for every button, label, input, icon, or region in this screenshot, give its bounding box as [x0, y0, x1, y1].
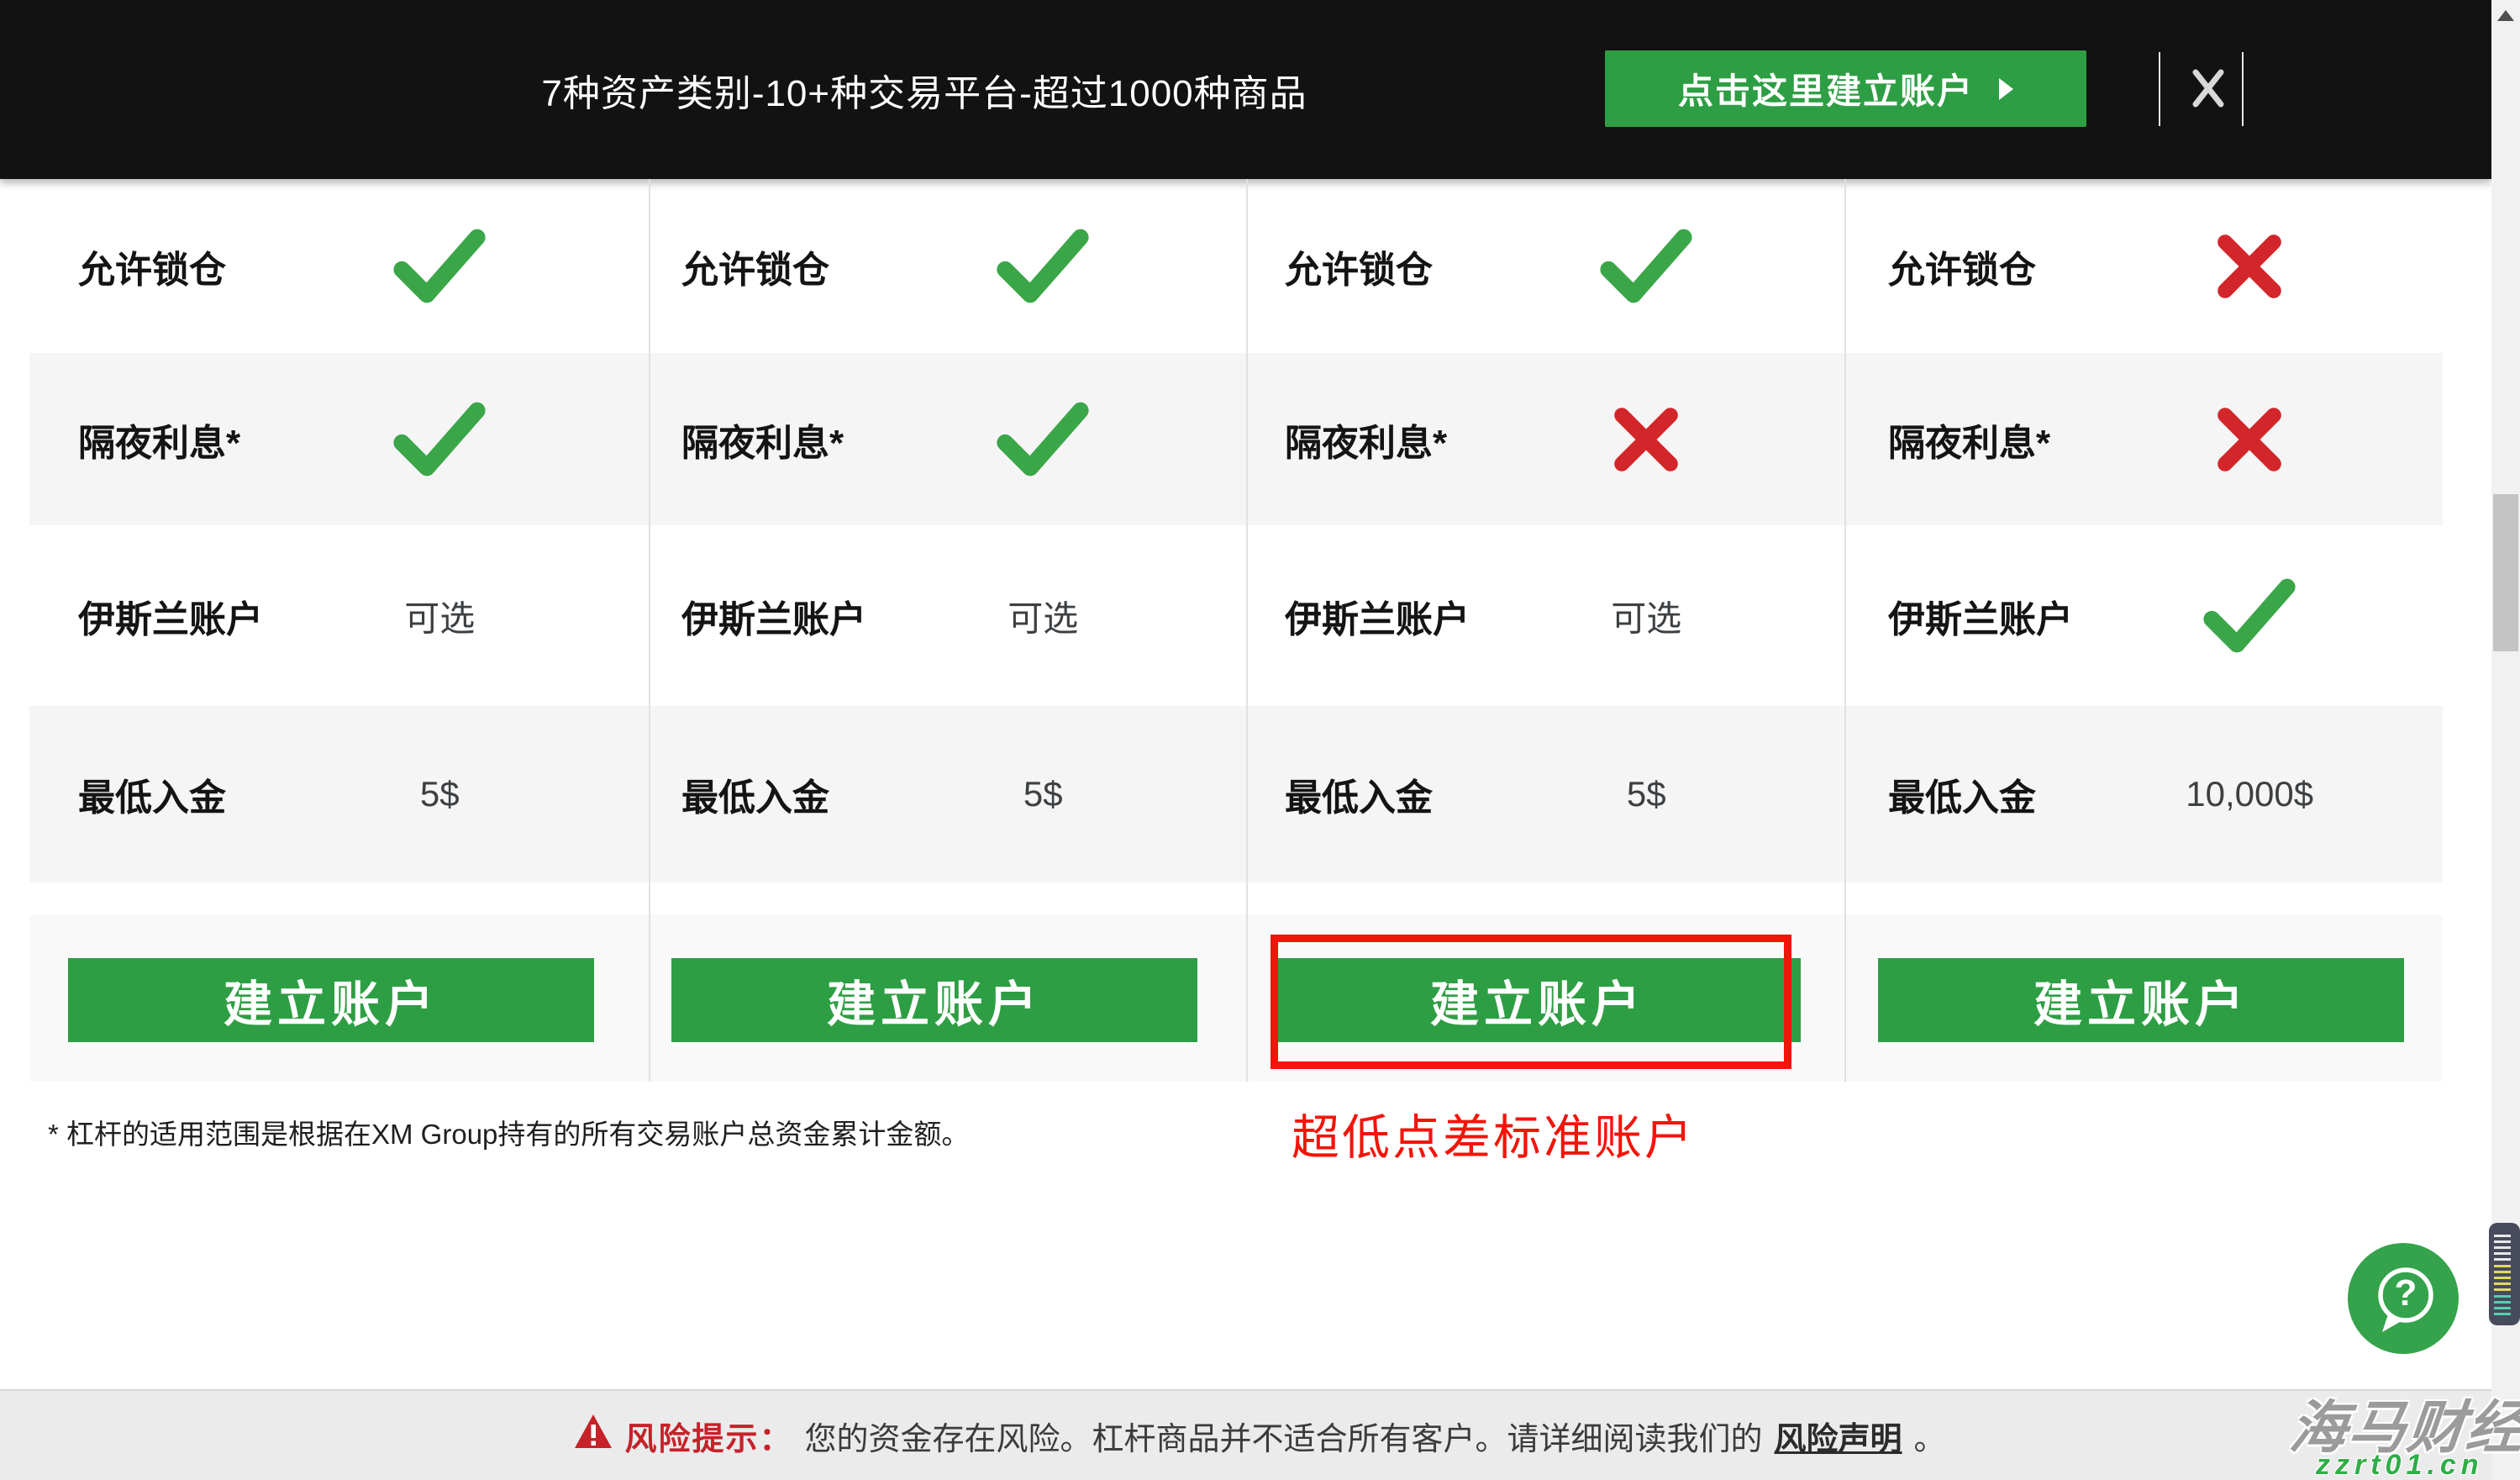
- table-row: 最低入金 5$ 最低入金 5$ 最低入金 5$ 最低入金 10,000$: [29, 706, 2443, 882]
- row-label: 最低入金: [1888, 767, 2036, 821]
- risk-text: 您的资金存在风险。杠杆商品并不适合所有客户。请详细阅读我们的: [804, 1413, 1762, 1459]
- promo-text: 7种资产类别-10+种交易平台-超过1000种商品: [504, 0, 1344, 179]
- row-label: 隔夜利息*: [78, 413, 240, 466]
- row-label: 最低入金: [78, 767, 226, 821]
- table-cell: 伊斯兰账户 可选: [633, 525, 1236, 706]
- column-divider: [649, 179, 650, 1082]
- close-icon: [2189, 66, 2228, 113]
- handle-stripes-teal: [2494, 1295, 2511, 1317]
- row-label: 允许锁仓: [1285, 240, 1433, 293]
- row-label: 伊斯兰账户: [681, 589, 866, 643]
- row-label: 伊斯兰账户: [78, 589, 263, 643]
- banner-cta-label: 点击这里建立账户: [1678, 63, 1974, 114]
- buttons-row: 建立账户建立账户建立账户建立账户: [29, 914, 2443, 1082]
- table-cell: 最低入金 5$: [633, 706, 1236, 882]
- sidebar-handle[interactable]: [2489, 1223, 2520, 1325]
- handle-stripes-yellow: [2494, 1265, 2511, 1292]
- scroll-up-arrow-icon[interactable]: [2497, 10, 2514, 21]
- button-slot: 建立账户: [29, 914, 633, 1082]
- table-cell: 伊斯兰账户 可选: [29, 525, 633, 706]
- check-icon: [1526, 227, 1767, 306]
- table-cell: 隔夜利息*: [1236, 353, 1839, 525]
- table-row: 隔夜利息* 隔夜利息* 隔夜利息* 隔夜利息*: [29, 353, 2443, 525]
- svg-text:?: ?: [2395, 1272, 2417, 1314]
- account-table: 允许锁仓 允许锁仓 允许锁仓 允许锁仓隔夜利息* 隔夜利息* 隔夜利息* 隔夜利息* 伊斯兰账…: [29, 179, 2443, 882]
- table-cell: 隔夜利息*: [1839, 353, 2443, 525]
- help-button[interactable]: ?: [2347, 1242, 2459, 1355]
- table-cell: 隔夜利息*: [633, 353, 1236, 525]
- row-label: 伊斯兰账户: [1285, 589, 1470, 643]
- table-cell: 允许锁仓: [1236, 179, 1839, 353]
- button-slot: 建立账户: [1236, 914, 1839, 1082]
- table-cell: 伊斯兰账户 可选: [1236, 525, 1839, 706]
- handle-stripes-white: [2494, 1235, 2511, 1261]
- cell-value: 可选: [319, 590, 560, 641]
- table-cell: 允许锁仓: [29, 179, 633, 353]
- table-cell: 隔夜利息*: [29, 353, 633, 525]
- table-cell: 最低入金 5$: [1236, 706, 1839, 882]
- create-account-button[interactable]: 建立账户: [68, 958, 594, 1042]
- promo-banner: 7种资产类别-10+种交易平台-超过1000种商品 点击这里建立账户: [0, 0, 2491, 179]
- cell-value: 10,000$: [2129, 774, 2370, 814]
- row-label: 允许锁仓: [1888, 240, 2036, 293]
- annotation-label: 超低点差标准账户: [1292, 1099, 1695, 1168]
- cell-value: 可选: [923, 590, 1164, 641]
- cell-value: 5$: [319, 774, 560, 814]
- footnote: * 杠杆的适用范围是根据在XM Group持有的所有交易账户总资金累计金额。: [48, 1112, 969, 1152]
- table-row: 允许锁仓 允许锁仓 允许锁仓 允许锁仓: [29, 179, 2443, 353]
- page: 7种资产类别-10+种交易平台-超过1000种商品 点击这里建立账户 允许锁仓允…: [0, 0, 2520, 1480]
- cross-icon: [2129, 231, 2370, 302]
- cell-value: 可选: [1526, 590, 1767, 641]
- cross-icon: [2129, 404, 2370, 475]
- column-divider: [1246, 179, 1248, 1082]
- row-label: 隔夜利息*: [1285, 413, 1447, 466]
- row-label: 隔夜利息*: [1888, 413, 2050, 466]
- button-slot: 建立账户: [633, 914, 1236, 1082]
- question-bubble-icon: ?: [2347, 1345, 2459, 1357]
- play-arrow-icon: [1999, 78, 2013, 100]
- create-account-button[interactable]: 建立账户: [671, 958, 1197, 1042]
- close-button[interactable]: [2175, 52, 2242, 126]
- check-icon: [2129, 577, 2370, 656]
- table-cell: 最低入金 5$: [29, 706, 633, 882]
- risk-statement-link[interactable]: 风险声明: [1775, 1413, 1902, 1459]
- create-account-button[interactable]: 建立账户: [1878, 958, 2404, 1042]
- risk-footer: 风险提示： 您的资金存在风险。杠杆商品并不适合所有客户。请详细阅读我们的风险声明…: [0, 1389, 2520, 1480]
- row-label: 伊斯兰账户: [1888, 589, 2073, 643]
- banner-divider-line: [2242, 52, 2244, 126]
- scrollbar-thumb[interactable]: [2493, 494, 2518, 651]
- risk-text-end: 。: [1914, 1413, 1946, 1459]
- row-label: 隔夜利息*: [681, 413, 844, 466]
- table-row: 伊斯兰账户 可选 伊斯兰账户 可选 伊斯兰账户 可选 伊斯兰账户: [29, 525, 2443, 706]
- create-account-button[interactable]: 建立账户: [1275, 958, 1801, 1042]
- cell-value: 5$: [923, 774, 1164, 814]
- cell-value: 5$: [1526, 774, 1767, 814]
- table-cell: 最低入金 10,000$: [1839, 706, 2443, 882]
- risk-warning-label: 风险提示：: [624, 1413, 792, 1459]
- check-icon: [923, 227, 1164, 306]
- warning-icon: [574, 1414, 613, 1457]
- row-label: 最低入金: [1285, 767, 1433, 821]
- table-cell: 伊斯兰账户: [1839, 525, 2443, 706]
- table-cell: 允许锁仓: [1839, 179, 2443, 353]
- check-icon: [319, 400, 560, 479]
- column-divider: [1844, 179, 1846, 1082]
- table-cell: 允许锁仓: [633, 179, 1236, 353]
- row-label: 最低入金: [681, 767, 829, 821]
- row-label: 允许锁仓: [78, 240, 226, 293]
- check-icon: [923, 400, 1164, 479]
- button-slot: 建立账户: [1839, 914, 2443, 1082]
- watermark-domain: zzrt01.cn: [2316, 1449, 2484, 1480]
- banner-divider-line: [2159, 52, 2160, 126]
- check-icon: [319, 227, 560, 306]
- banner-cta-button[interactable]: 点击这里建立账户: [1605, 50, 2086, 127]
- row-label: 允许锁仓: [681, 240, 829, 293]
- cross-icon: [1526, 404, 1767, 475]
